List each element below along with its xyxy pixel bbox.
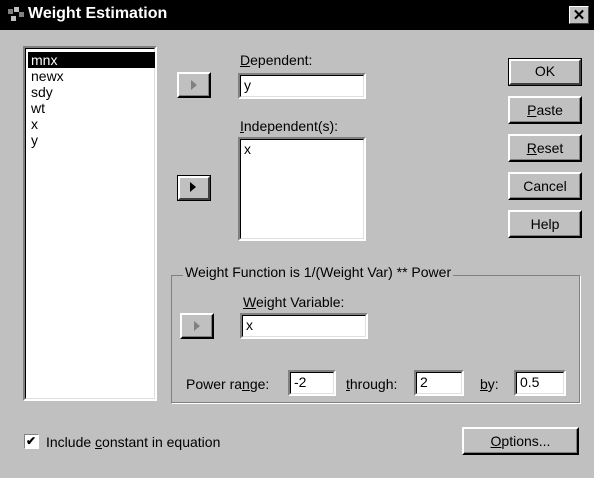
- list-item[interactable]: newx: [28, 68, 155, 84]
- window-title: Weight Estimation: [28, 5, 168, 22]
- close-button[interactable]: ✕: [569, 6, 589, 24]
- paste-button[interactable]: Paste: [508, 96, 582, 124]
- list-item[interactable]: x: [28, 116, 155, 132]
- list-item[interactable]: wt: [28, 100, 155, 116]
- through-label: through:: [346, 376, 398, 392]
- weight-variable-label: Weight Variable:: [243, 294, 345, 310]
- include-constant-checkbox[interactable]: ✔: [24, 434, 39, 449]
- title-bar: Weight Estimation ✕: [0, 0, 594, 30]
- reset-button[interactable]: Reset: [508, 134, 582, 162]
- independent-move-button[interactable]: [177, 175, 211, 201]
- weight-variable-move-button[interactable]: [180, 313, 214, 339]
- ok-button[interactable]: OK: [508, 58, 582, 86]
- weight-variable-field[interactable]: x: [240, 313, 368, 339]
- help-button[interactable]: Help: [508, 210, 582, 238]
- power-to-value: 2: [420, 374, 428, 390]
- power-to-field[interactable]: 2: [414, 370, 464, 396]
- dependent-field[interactable]: y: [238, 73, 366, 99]
- app-icon: [8, 7, 24, 21]
- check-icon: ✔: [26, 434, 37, 448]
- list-item[interactable]: mnx: [28, 52, 155, 68]
- right-arrow-icon: [191, 80, 197, 90]
- list-item[interactable]: sdy: [28, 84, 155, 100]
- power-from-value: -2: [294, 374, 307, 390]
- weight-estimation-dialog: Weight Estimation ✕ mnx newx sdy wt x y …: [0, 0, 594, 478]
- right-arrow-icon: [194, 321, 200, 331]
- list-item[interactable]: x: [244, 141, 364, 157]
- independent-list[interactable]: x: [238, 137, 366, 241]
- include-constant-label: Include constant in equation: [46, 434, 221, 450]
- list-item[interactable]: y: [28, 132, 155, 148]
- dependent-move-button[interactable]: [177, 72, 211, 98]
- cancel-button[interactable]: Cancel: [508, 172, 582, 200]
- power-by-field[interactable]: 0.5: [514, 370, 566, 396]
- power-range-label: Power range:: [186, 376, 270, 392]
- right-arrow-icon: [190, 182, 196, 192]
- power-from-field[interactable]: -2: [288, 370, 336, 396]
- weight-variable-value: x: [246, 317, 253, 333]
- power-by-value: 0.5: [520, 374, 540, 390]
- weight-function-caption: Weight Function is 1/(Weight Var) ** Pow…: [183, 264, 454, 280]
- dependent-value: y: [244, 77, 251, 93]
- independent-label: Independent(s):: [240, 118, 339, 134]
- by-label: by:: [480, 376, 499, 392]
- close-icon: ✕: [572, 7, 586, 24]
- source-variable-list[interactable]: mnx newx sdy wt x y: [23, 46, 157, 401]
- options-button[interactable]: Options...: [462, 427, 579, 455]
- dependent-label: Dependent:: [240, 52, 313, 68]
